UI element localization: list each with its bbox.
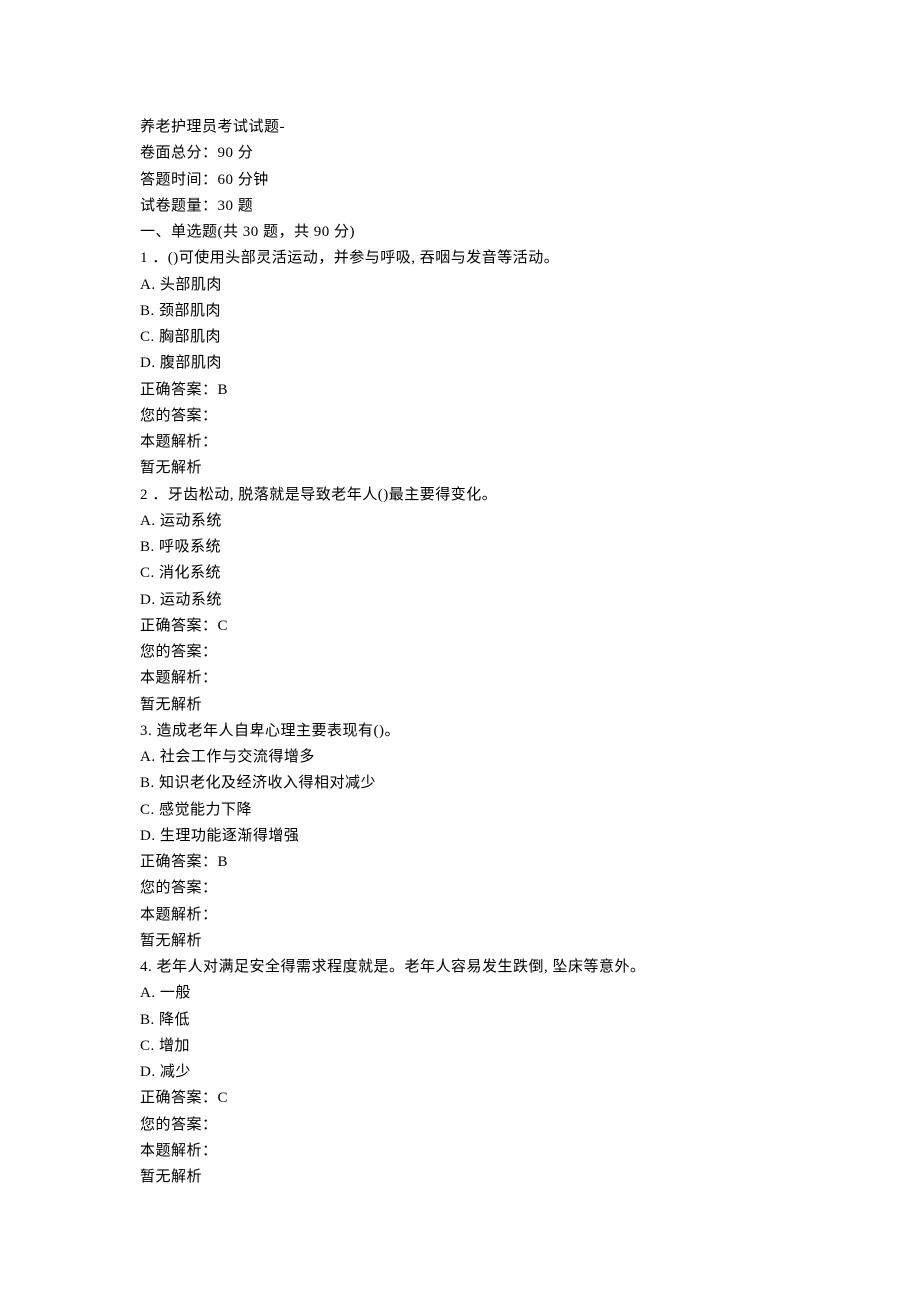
total-score: 卷面总分：90 分 — [140, 140, 780, 166]
option-c: C. 感觉能力下降 — [140, 797, 780, 823]
question-number: 2 ． — [140, 487, 168, 503]
time-limit: 答题时间：60 分钟 — [140, 167, 780, 193]
option-a: A. 社会工作与交流得增多 — [140, 744, 780, 770]
analysis-label: 本题解析： — [140, 902, 780, 928]
option-d: D. 运动系统 — [140, 587, 780, 613]
question-number: 1 ． — [140, 250, 168, 266]
option-a: A. 头部肌肉 — [140, 272, 780, 298]
question-stem: 3. 造成老年人自卑心理主要表现有()。 — [140, 718, 780, 744]
your-answer: 您的答案： — [140, 1112, 780, 1138]
question-text: ()可使用头部灵活运动，并参与呼吸, 吞咽与发音等活动。 — [168, 250, 560, 266]
analysis-content: 暂无解析 — [140, 928, 780, 954]
option-d: D. 腹部肌肉 — [140, 350, 780, 376]
option-a: A. 运动系统 — [140, 508, 780, 534]
option-a: A. 一般 — [140, 980, 780, 1006]
analysis-label: 本题解析： — [140, 1138, 780, 1164]
question-number: 4. — [140, 959, 157, 975]
correct-answer: 正确答案：B — [140, 377, 780, 403]
option-c: C. 消化系统 — [140, 560, 780, 586]
option-b: B. 知识老化及经济收入得相对减少 — [140, 770, 780, 796]
question-stem: 4. 老年人对满足安全得需求程度就是。老年人容易发生跌倒, 坠床等意外。 — [140, 954, 780, 980]
correct-answer: 正确答案：C — [140, 1085, 780, 1111]
option-d: D. 生理功能逐渐得增强 — [140, 823, 780, 849]
your-answer: 您的答案： — [140, 639, 780, 665]
question-stem: 2 ．牙齿松动, 脱落就是导致老年人()最主要得变化。 — [140, 482, 780, 508]
option-c: C. 胸部肌肉 — [140, 324, 780, 350]
your-answer: 您的答案： — [140, 875, 780, 901]
question-text: 牙齿松动, 脱落就是导致老年人()最主要得变化。 — [168, 487, 498, 503]
option-d: D. 减少 — [140, 1059, 780, 1085]
correct-answer: 正确答案：C — [140, 613, 780, 639]
analysis-content: 暂无解析 — [140, 692, 780, 718]
analysis-label: 本题解析： — [140, 429, 780, 455]
option-b: B. 降低 — [140, 1007, 780, 1033]
correct-answer: 正确答案：B — [140, 849, 780, 875]
your-answer: 您的答案： — [140, 403, 780, 429]
option-b: B. 颈部肌肉 — [140, 298, 780, 324]
option-c: C. 增加 — [140, 1033, 780, 1059]
analysis-label: 本题解析： — [140, 665, 780, 691]
question-count: 试卷题量：30 题 — [140, 193, 780, 219]
analysis-content: 暂无解析 — [140, 455, 780, 481]
section-title: 一、单选题(共 30 题，共 90 分) — [140, 219, 780, 245]
analysis-content: 暂无解析 — [140, 1164, 780, 1190]
question-text: 老年人对满足安全得需求程度就是。老年人容易发生跌倒, 坠床等意外。 — [157, 959, 646, 975]
option-b: B. 呼吸系统 — [140, 534, 780, 560]
question-number: 3. — [140, 723, 157, 739]
exam-title: 养老护理员考试试题- — [140, 114, 780, 140]
question-text: 造成老年人自卑心理主要表现有()。 — [157, 723, 401, 739]
question-stem: 1 ．()可使用头部灵活运动，并参与呼吸, 吞咽与发音等活动。 — [140, 245, 780, 271]
